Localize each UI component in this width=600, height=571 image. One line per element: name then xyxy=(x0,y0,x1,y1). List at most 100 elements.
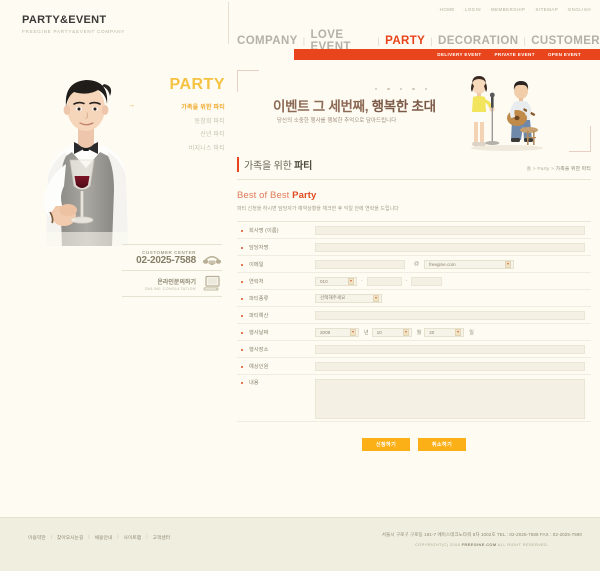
manager-input[interactable] xyxy=(315,242,585,252)
budget-input[interactable] xyxy=(315,310,585,320)
company-input[interactable] xyxy=(315,225,585,235)
consult-label-ko: 온라인문의하기 xyxy=(157,279,196,286)
nav-item-customer[interactable]: CUSTOMER xyxy=(531,35,600,47)
party-type-select[interactable]: 선택해주세요 xyxy=(315,293,382,303)
footer-separator: | xyxy=(88,535,90,540)
footer-separator: | xyxy=(50,535,52,540)
phone-dash: - xyxy=(405,278,408,284)
form-row-phone: 연락처 010 - - xyxy=(237,273,591,290)
form-row-company: 회사명 (이름) xyxy=(237,222,591,239)
customer-center-label: CUSTOMER CENTER xyxy=(142,249,196,255)
sub-nav-item-private-event[interactable]: PRIVATE EVENT xyxy=(495,52,535,57)
nav-item-party[interactable]: PARTY xyxy=(385,35,425,47)
footer-link-recruit[interactable]: 채용안내 xyxy=(95,534,113,541)
consult-text: 온라인문의하기 ONLINE CONSULTATION xyxy=(145,277,196,291)
site-logo[interactable]: PARTY&EVENT FREEGINE PARTY&EVENT COMPANY xyxy=(22,14,125,34)
banner-corner-top-left xyxy=(237,70,259,92)
phone-last-input[interactable] xyxy=(411,276,443,286)
utility-link-english[interactable]: ENGLISH xyxy=(566,7,591,12)
email-domain-value: freegine.com xyxy=(429,261,456,267)
phone-prefix-select[interactable]: 010 xyxy=(315,276,357,286)
hero-photo-man-with-wine-glass xyxy=(8,64,158,246)
nav-item-company[interactable]: COMPANY xyxy=(237,35,298,47)
breadcrumb-section[interactable]: Party xyxy=(537,167,549,172)
sidebar-item-family-party[interactable]: → 가족을 위한 파티 xyxy=(128,102,225,111)
logo-title: PARTY&EVENT xyxy=(22,14,107,26)
unit-month: 월 xyxy=(416,329,422,336)
footer-address: 서울시 구로구 구로동 191-7 에이스테크노타워 8차 1002호 TEL … xyxy=(381,532,582,537)
nav-separator: | xyxy=(302,36,306,46)
sidebar-item-business-party[interactable]: 비지니스 파티 xyxy=(150,143,225,152)
customer-center-phone-row: CUSTOMER CENTER 02-2025-7588 xyxy=(122,244,222,270)
chevron-down-icon xyxy=(402,328,409,336)
breadcrumb-separator: > xyxy=(551,167,555,172)
form-actions: 신청하기 취소하기 xyxy=(237,438,591,451)
label-phone: 연락처 xyxy=(237,278,315,285)
chevron-down-icon xyxy=(373,294,379,302)
chevron-down-icon xyxy=(350,328,356,336)
footer-separator: | xyxy=(146,535,148,540)
event-month-select[interactable]: 10 xyxy=(371,327,412,337)
form-row-manager: 담당자명 xyxy=(237,239,591,256)
form-heading-block: Best of Best Party 파티 신청을 하시면 담당자가 예약상황을… xyxy=(237,190,591,212)
event-year-select[interactable]: 2008 xyxy=(315,327,359,337)
breadcrumb-home[interactable]: 홈 xyxy=(527,167,532,172)
sub-nav-item-delivery-event[interactable]: DELIVERY EVENT xyxy=(437,52,481,57)
footer-link-customer-center[interactable]: 고객센터 xyxy=(152,534,170,541)
sidebar-menu: PARTY → 가족을 위한 파티 동창회 파티 신년 파티 비지니스 파티 xyxy=(128,76,225,156)
page-title-plain: 가족을 위한 xyxy=(244,161,295,172)
content-textarea[interactable] xyxy=(315,379,585,419)
chevron-down-icon xyxy=(348,277,354,285)
form-row-venue: 행사장소 xyxy=(237,341,591,358)
sub-nav: DELIVERY EVENT PRIVATE EVENT OPEN EVENT xyxy=(294,49,600,60)
label-content: 내용 xyxy=(237,379,315,386)
chevron-down-icon xyxy=(505,260,512,268)
utility-link-login[interactable]: LOGIN xyxy=(463,7,481,12)
email-domain-select[interactable]: freegine.com xyxy=(424,259,515,269)
email-user-input[interactable] xyxy=(315,259,405,269)
customer-center-consult-row[interactable]: 온라인문의하기 ONLINE CONSULTATION xyxy=(122,270,222,297)
utility-link-home[interactable]: HOME xyxy=(438,7,455,12)
form-row-event-date: 행사날짜 2008 년 10 월 20 일 xyxy=(237,324,591,341)
nav-separator: | xyxy=(377,36,381,46)
cell-event-date: 2008 년 10 월 20 일 xyxy=(315,327,591,337)
utility-link-membership[interactable]: MEMBERSHIP xyxy=(489,7,526,12)
customer-center-phone: 02-2025-7588 xyxy=(136,254,196,266)
at-symbol-icon: @ xyxy=(414,261,420,267)
unit-year: 년 xyxy=(364,329,369,336)
main-content: 이벤트 그 세번째, 행복한 초대 당신의 소중한 행사를 행복한 추억으로 담… xyxy=(228,62,600,451)
sidebar-item-newyear-party[interactable]: 신년 파티 xyxy=(150,129,225,138)
cell-email: @ freegine.com xyxy=(315,259,591,269)
banner-corner-bottom-right xyxy=(569,126,591,152)
cancel-button[interactable]: 취소하기 xyxy=(418,438,466,451)
nav-item-decoration[interactable]: DECORATION xyxy=(438,35,518,47)
form-heading: Best of Best Party xyxy=(237,190,591,201)
header: HOME LOGIN MEMBERSHIP SITEMAP ENGLISH CO… xyxy=(228,0,600,62)
form-row-budget: 파티예산 xyxy=(237,307,591,324)
venue-input[interactable] xyxy=(315,344,585,354)
consult-label-en: ONLINE CONSULTATION xyxy=(144,286,196,291)
phone-mid-input[interactable] xyxy=(366,276,402,286)
attendees-input[interactable] xyxy=(315,361,585,371)
submit-button[interactable]: 신청하기 xyxy=(362,438,410,451)
arrow-right-icon: → xyxy=(128,102,136,109)
logo-subtitle: FREEGINE PARTY&EVENT COMPANY xyxy=(22,29,126,34)
banner-heading-plain: 이벤트 그 세번째, xyxy=(273,99,369,114)
party-type-value: 선택해주세요 xyxy=(320,295,346,300)
telephone-icon xyxy=(203,256,221,265)
utility-link-sitemap[interactable]: SITEMAP xyxy=(534,7,559,12)
footer-link-sitemap[interactable]: 사이트맵 xyxy=(124,534,142,541)
sidebar-item-reunion-party[interactable]: 동창회 파티 xyxy=(150,116,225,125)
form-row-attendees: 예상인원 xyxy=(237,358,591,375)
footer-copyright: COPYRIGHT(C) 2008 FREEGINE.COM ALL RIGHT… xyxy=(382,542,582,547)
page-title-row: 가족을 위한 파티 홈 > Party > 가족을 위한 파티 xyxy=(237,157,591,180)
footer-link-directions[interactable]: 찾아오시는길 xyxy=(57,534,83,541)
breadcrumb-separator: > xyxy=(532,167,536,172)
utility-nav: HOME LOGIN MEMBERSHIP SITEMAP ENGLISH xyxy=(438,7,591,12)
cell-party-type: 선택해주세요 xyxy=(315,293,591,303)
sub-nav-item-open-event[interactable]: OPEN EVENT xyxy=(548,52,581,57)
label-manager: 담당자명 xyxy=(237,244,315,251)
event-day-select[interactable]: 20 xyxy=(424,327,465,337)
footer-link-terms[interactable]: 이용약관 xyxy=(28,534,46,541)
sidebar-title: PARTY xyxy=(169,76,225,93)
